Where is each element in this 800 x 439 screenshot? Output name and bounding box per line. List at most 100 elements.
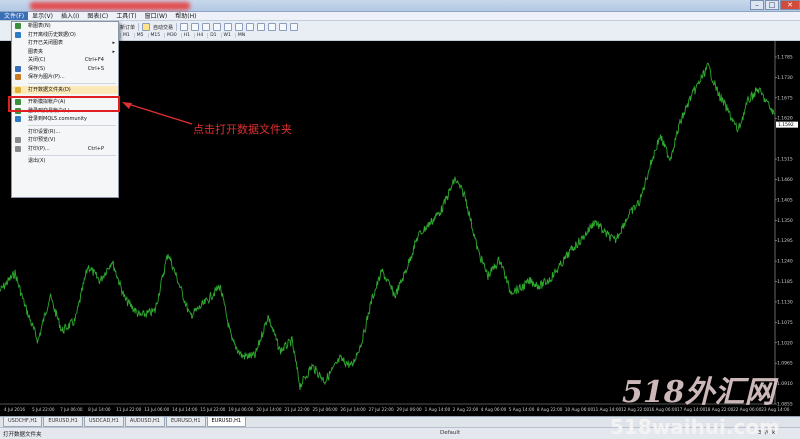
auto-trade-icon xyxy=(142,23,151,31)
periods-icon[interactable] xyxy=(279,23,288,31)
close-button[interactable]: ✕ xyxy=(780,0,800,10)
chart-tab[interactable]: EURUSD,H1 xyxy=(206,417,247,427)
chart-tab[interactable]: AUDUSD,H1 xyxy=(124,417,165,427)
timeframe-button[interactable]: M15 xyxy=(147,33,163,38)
price-axis-label: 1.1185 xyxy=(777,279,793,285)
price-axis-label: 1.1675 xyxy=(777,95,793,101)
time-axis-label: 14 Jul 14:00 xyxy=(172,407,197,412)
time-axis-label: 1 Aug 14:00 xyxy=(425,407,451,412)
price-axis-label: 1.1785 xyxy=(777,55,793,61)
indicators-icon[interactable] xyxy=(268,23,277,31)
menu-item-label: 打印预览(V) xyxy=(28,137,56,143)
timeframe-button[interactable]: W1 xyxy=(220,33,233,38)
chart-tab[interactable]: USDCAD,H1 xyxy=(83,417,124,427)
auto-trade-button[interactable]: 自动交易 xyxy=(153,24,173,31)
minimize-button[interactable]: – xyxy=(750,0,764,10)
menu-item[interactable]: 帮助(H) xyxy=(171,12,200,20)
autoscroll-icon[interactable] xyxy=(246,23,255,31)
timeframe-button[interactable]: D1 xyxy=(207,33,218,38)
submenu-arrow-icon: ▸ xyxy=(112,48,115,55)
timeframe-button[interactable]: MN xyxy=(234,33,247,38)
line-chart-icon[interactable] xyxy=(202,23,211,31)
menu-item-label: 保存为图片(P)... xyxy=(28,74,65,80)
menu-item-shortcut: Ctrl+P xyxy=(87,145,104,152)
timeframe-button[interactable]: H4 xyxy=(193,33,205,38)
file-menu-item[interactable]: 打印预览(V) xyxy=(12,136,118,145)
chart-tab[interactable]: USDCHF,H1 xyxy=(3,417,43,427)
chart-tab[interactable]: EURUSD,H1 xyxy=(166,417,206,427)
file-menu-item[interactable]: 打开已关闭图表 ▸ xyxy=(12,39,118,48)
menu-item-label: 打开离线历史数据(O) xyxy=(28,31,76,38)
menu-item[interactable]: 显示(V) xyxy=(28,12,57,20)
chart-shift-icon[interactable] xyxy=(257,23,266,31)
time-axis-label: 13 Jul 06:00 xyxy=(144,407,169,412)
chart-canvas[interactable]: 1.1785 1.1730 1.1675 1.1620 1.1515 1.1460 1.14… xyxy=(0,41,800,416)
templates-icon[interactable] xyxy=(290,23,299,31)
menu-item-icon xyxy=(15,86,21,93)
file-menu-item[interactable]: 图表夹 ▸ xyxy=(12,48,118,57)
status-text: 打开数据文件夹 xyxy=(3,432,42,438)
candle-chart-icon[interactable] xyxy=(191,23,200,31)
time-axis-label: 4 Jul 2016 xyxy=(4,407,25,412)
time-axis-label: 2 Aug 22:00 xyxy=(453,407,479,412)
menu-item-label: 关闭(C) xyxy=(28,57,46,63)
menu-item-icon xyxy=(15,145,21,152)
terminal-window: – □ ✕ 文件(F) 显示(V) 插入(I) 图表(C) 工具(T) 窗口(W) 帮助(H… xyxy=(0,0,800,439)
price-axis-label: 1.1130 xyxy=(777,299,793,305)
timeframe-button[interactable]: M30 xyxy=(164,33,179,38)
menu-item[interactable]: 文件(F) xyxy=(0,12,29,20)
bar-chart-icon[interactable] xyxy=(180,23,189,31)
file-menu-item[interactable]: 打印设置(R)... xyxy=(12,128,118,137)
time-axis-label: 20 Jul 14:00 xyxy=(256,407,281,412)
price-axis-label: 1.1620 xyxy=(777,116,793,122)
file-menu-item[interactable]: 打开离线历史数据(O) xyxy=(12,31,118,40)
file-menu-item[interactable]: 退出(X) xyxy=(12,157,118,166)
title-bar: – □ ✕ xyxy=(0,0,800,12)
watermark-line2: 518waihui.com xyxy=(610,415,780,439)
menu-item-label: 打开已关闭图表 xyxy=(28,40,64,46)
time-axis-label: 7 Jul 06:00 xyxy=(60,407,83,412)
chart-tab[interactable]: EURUSD,H1 xyxy=(43,417,83,427)
toolbar-separator xyxy=(138,23,140,31)
window-controls: – □ ✕ xyxy=(749,0,800,10)
menu-item[interactable]: 工具(T) xyxy=(112,12,140,20)
new-order-button[interactable]: 新订单 xyxy=(120,24,135,31)
time-axis-label: 15 Jul 22:00 xyxy=(200,407,225,412)
zoom-out-icon[interactable] xyxy=(224,23,233,31)
file-menu-item[interactable]: 打印(P)... Ctrl+P xyxy=(12,145,118,154)
toolbar-separator xyxy=(176,23,178,31)
price-axis-label: 1.1020 xyxy=(777,340,793,346)
time-axis-label: 21 Jul 22:00 xyxy=(284,407,309,412)
menu-item[interactable]: 图表(C) xyxy=(83,12,112,20)
time-axis-label: 27 Jul 22:00 xyxy=(369,407,394,412)
menu-item-label: 保存(S) xyxy=(28,65,46,72)
timeframe-button[interactable]: M5 xyxy=(133,33,146,38)
menu-item[interactable]: 插入(I) xyxy=(57,12,83,20)
maximize-button[interactable]: □ xyxy=(765,0,779,10)
menu-item-label: 打印设置(R)... xyxy=(28,128,61,135)
price-axis-label: 1.1240 xyxy=(777,259,793,265)
price-axis-label: 1.1075 xyxy=(777,320,793,326)
menu-separator xyxy=(28,83,116,84)
menu-item-label: 退出(X) xyxy=(28,158,46,164)
grid-icon[interactable] xyxy=(235,23,244,31)
file-menu-item[interactable]: 登录到MQL5.community xyxy=(12,115,118,124)
time-axis-label: 4 Aug 06:00 xyxy=(481,407,507,412)
file-menu-item[interactable]: 关闭(C) Ctrl+F4 xyxy=(12,56,118,65)
menu-item[interactable]: 窗口(W) xyxy=(141,12,172,20)
toolbar: 新订单 自动交易 M1 M5 M15 M30 H1 H4 D1 W1 MN xyxy=(0,21,800,41)
status-profile: Default xyxy=(440,430,461,436)
file-menu-item[interactable]: 保存(S) Ctrl+S xyxy=(12,65,118,74)
zoom-in-icon[interactable] xyxy=(213,23,222,31)
timeframe-button[interactable]: H1 xyxy=(180,33,192,38)
open-data-folder-item[interactable]: 打开数据文件夹(D) xyxy=(12,85,118,94)
file-menu-item[interactable]: 新图表(N) xyxy=(12,22,118,31)
highlight-box xyxy=(8,96,120,112)
menu-item-icon xyxy=(15,74,21,80)
menu-separator xyxy=(28,125,116,126)
price-chart[interactable]: 1.1785 1.1730 1.1675 1.1620 1.1515 1.1460 1.14… xyxy=(0,41,800,416)
menu-item-label: 图表夹 xyxy=(28,48,44,55)
price-axis-label: 1.1460 xyxy=(777,177,793,183)
timeframe-button[interactable]: M1 xyxy=(120,33,132,38)
file-menu-item[interactable]: 保存为图片(P)... xyxy=(12,73,118,82)
